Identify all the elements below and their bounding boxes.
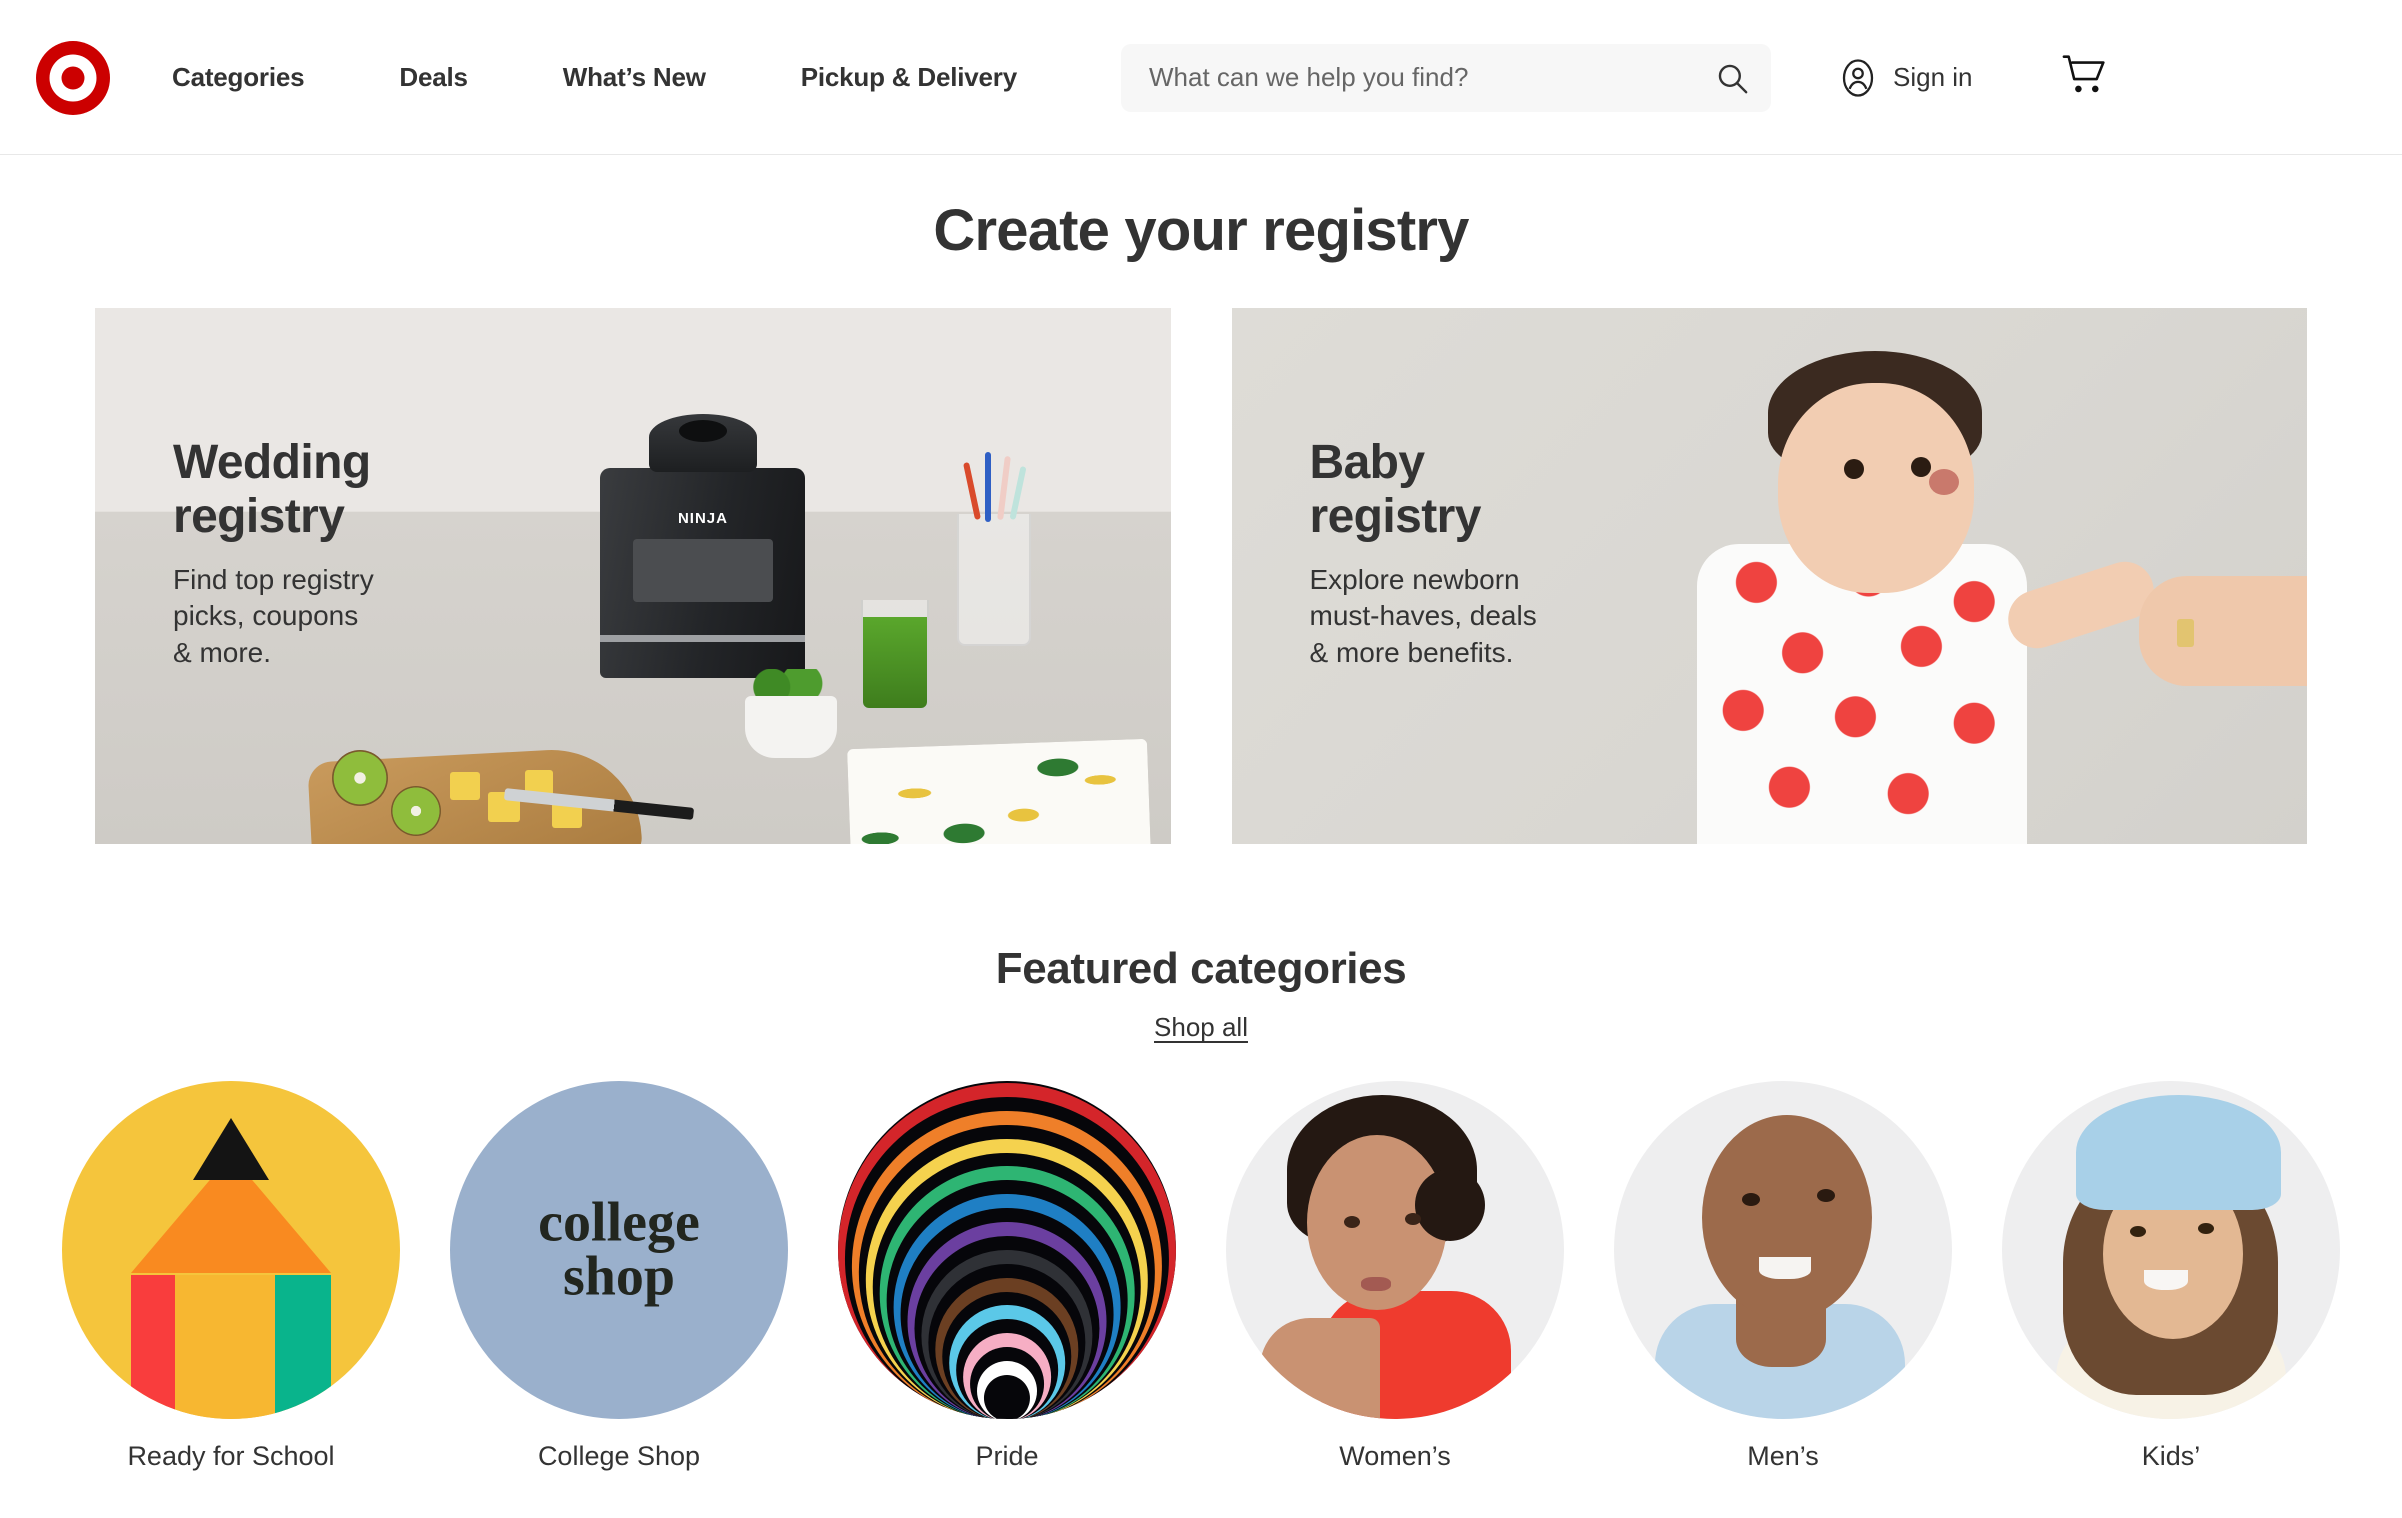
baby-mouth (1928, 468, 1959, 495)
category-tile-pride[interactable]: Pride (837, 1081, 1177, 1472)
wedding-card-subtitle: Find top registry picks, coupons & more. (173, 563, 374, 669)
pencil-icon[interactable] (62, 1081, 400, 1419)
blender-brand-label: NINJA (677, 509, 728, 527)
college-shop-logo[interactable]: college shop (450, 1081, 788, 1419)
category-tile-college-shop[interactable]: college shop College Shop (449, 1081, 789, 1472)
woman-model-photo[interactable] (1226, 1081, 1564, 1419)
nav-item-deals[interactable]: Deals (399, 52, 468, 103)
cart-button[interactable] (2061, 53, 2109, 102)
white-ramekin (745, 696, 838, 759)
registry-cards: NINJA Wedding registry Find top registry… (0, 308, 2402, 844)
pride-arc-gap (983, 1374, 1031, 1419)
kiwi-slice-icon (390, 786, 441, 836)
mouth (1361, 1277, 1392, 1292)
nav-item-whats-new[interactable]: What’s New (563, 52, 706, 103)
baby-card-text: Baby registry Explore newborn must-haves… (1310, 436, 1537, 672)
search-bar[interactable] (1121, 43, 1771, 112)
shoulder (1259, 1317, 1380, 1419)
eye (1405, 1212, 1422, 1225)
baby-eye (1910, 456, 1931, 477)
denim-bucket-hat (2076, 1094, 2282, 1210)
nav-item-pickup-delivery[interactable]: Pickup & Delivery (801, 52, 1017, 103)
wedding-card-text: Wedding registry Find top registry picks… (173, 436, 374, 672)
search-icon[interactable] (1715, 61, 1749, 95)
girl-model-photo[interactable] (2002, 1081, 2340, 1419)
category-label: Men’s (1747, 1441, 1819, 1471)
search-input[interactable] (1149, 62, 1715, 93)
featured-categories-row: Ready for School college shop College Sh… (0, 1081, 2402, 1472)
sign-in-button[interactable]: Sign in (1837, 57, 1973, 99)
face (1701, 1114, 1872, 1320)
wedding-ring-icon (2177, 618, 2195, 647)
featured-categories-header: Featured categories Shop all (0, 944, 2402, 1043)
sign-in-label: Sign in (1893, 62, 1973, 92)
primary-nav: Categories Deals What’s New Pickup & Del… (172, 52, 1017, 103)
shop-all-link[interactable]: Shop all (1154, 1012, 1248, 1043)
pride-rainbow-arcs[interactable] (838, 1081, 1176, 1419)
straw-glass (956, 451, 1031, 646)
kiwi-slice-icon (331, 750, 388, 806)
blender-lid (648, 413, 757, 472)
wedding-card-title: Wedding registry (173, 436, 371, 543)
green-smoothie-glass (860, 600, 929, 710)
category-tile-mens[interactable]: Men’s (1613, 1081, 1953, 1472)
hair-bun (1415, 1168, 1486, 1241)
category-label: Ready for School (127, 1441, 335, 1471)
eye (1816, 1189, 1835, 1203)
wedding-registry-card[interactable]: NINJA Wedding registry Find top registry… (95, 308, 1171, 844)
category-label: College Shop (537, 1441, 701, 1471)
user-circle-icon (1842, 58, 1874, 97)
category-tile-ready-for-school[interactable]: Ready for School (61, 1081, 401, 1472)
adult-hand (2139, 576, 2307, 686)
baby-registry-card[interactable]: Baby registry Explore newborn must-haves… (1231, 308, 2307, 844)
baby-card-title: Baby registry (1309, 436, 1482, 543)
college-shop-wordmark: college shop (538, 1191, 700, 1308)
category-label: Kids’ (2141, 1441, 2201, 1471)
eye (1742, 1192, 1761, 1206)
nav-item-categories[interactable]: Categories (172, 52, 305, 103)
mango-cube (449, 772, 480, 800)
featured-categories-title: Featured categories (995, 944, 1407, 993)
category-label: Women’s (1339, 1441, 1451, 1471)
target-bullseye-logo[interactable] (36, 40, 110, 115)
ninja-blender: NINJA (600, 413, 806, 678)
lemon-print-napkin (847, 738, 1151, 844)
shopping-cart-icon[interactable] (2061, 53, 2109, 97)
eye (2198, 1222, 2215, 1234)
baby-card-subtitle: Explore newborn must-haves, deals & more… (1309, 563, 1537, 669)
straw-icon (984, 451, 991, 522)
smile (1759, 1256, 1812, 1279)
category-tile-kids[interactable]: Kids’ (2001, 1081, 2341, 1472)
man-model-photo[interactable] (1614, 1081, 1952, 1419)
category-tile-womens[interactable]: Women’s (1225, 1081, 1565, 1472)
pencil-tip (193, 1118, 269, 1181)
site-header: Categories Deals What’s New Pickup & Del… (0, 0, 2402, 155)
baby-eye (1844, 458, 1865, 479)
pencil-body (131, 1275, 331, 1419)
smile (2143, 1270, 2188, 1291)
page-title: Create your registry (933, 198, 1469, 263)
category-label: Pride (975, 1441, 1039, 1471)
